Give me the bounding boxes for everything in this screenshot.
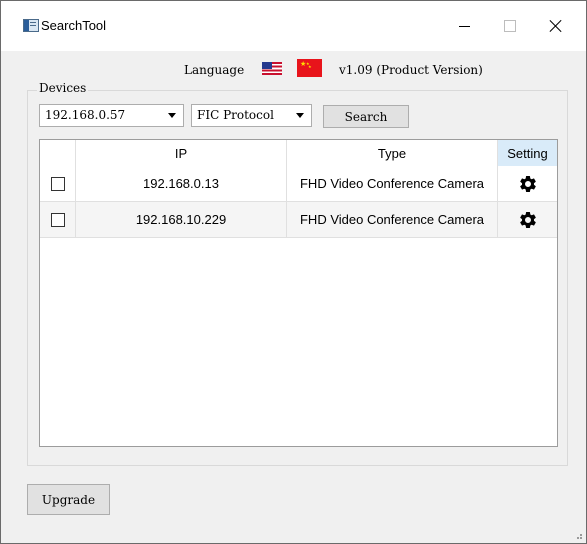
chevron-down-icon xyxy=(296,113,304,118)
us-flag-canton xyxy=(262,62,272,69)
column-header-type[interactable]: Type xyxy=(287,140,498,166)
setting-cell xyxy=(498,202,557,237)
device-table: IP Type Setting 192.168.0.13 FHD Video C… xyxy=(39,139,558,447)
protocol-select[interactable]: FIC Protocol xyxy=(191,104,312,127)
devices-group-label: Devices xyxy=(37,81,89,95)
minimize-button[interactable] xyxy=(441,11,487,41)
gear-icon[interactable] xyxy=(518,210,538,230)
us-flag-icon[interactable] xyxy=(262,62,282,75)
chevron-down-icon xyxy=(168,113,176,118)
table-row[interactable]: 192.168.0.13 FHD Video Conference Camera xyxy=(40,166,557,202)
type-cell: FHD Video Conference Camera xyxy=(287,202,498,237)
china-flag-icon[interactable]: ★ ★ ★ xyxy=(297,59,322,77)
maximize-button[interactable] xyxy=(487,11,533,41)
upgrade-button[interactable]: Upgrade xyxy=(27,484,110,515)
close-icon xyxy=(550,20,562,32)
ip-cell: 192.168.10.229 xyxy=(76,202,287,237)
ip-select-value: 192.168.0.57 xyxy=(45,108,126,122)
resize-grip[interactable] xyxy=(576,533,582,539)
row-select-cell xyxy=(40,202,76,237)
column-header-select[interactable] xyxy=(40,140,76,166)
table-row[interactable]: 192.168.10.229 FHD Video Conference Came… xyxy=(40,202,557,238)
row-checkbox[interactable] xyxy=(50,212,65,227)
table-header: IP Type Setting xyxy=(40,140,557,167)
app-window-icon xyxy=(23,19,39,32)
window-title: SearchTool xyxy=(41,18,107,33)
protocol-select-value: FIC Protocol xyxy=(197,108,274,122)
setting-cell xyxy=(498,166,557,201)
column-header-ip[interactable]: IP xyxy=(76,140,287,166)
minimize-icon xyxy=(458,25,470,27)
column-header-setting[interactable]: Setting xyxy=(498,140,557,166)
type-cell: FHD Video Conference Camera xyxy=(287,166,498,201)
gear-icon[interactable] xyxy=(518,174,538,194)
close-button[interactable] xyxy=(533,11,579,41)
search-button[interactable]: Search xyxy=(323,105,409,128)
china-flag-star: ★ xyxy=(308,64,312,69)
ip-select[interactable]: 192.168.0.57 xyxy=(39,104,184,127)
grip-dot xyxy=(580,537,582,539)
row-select-cell xyxy=(40,166,76,201)
search-tool-window: SearchTool Language ★ ★ ★ v1.09 (Product… xyxy=(0,0,587,544)
grip-dot xyxy=(577,537,579,539)
version-label: v1.09 (Product Version) xyxy=(339,63,483,77)
title-bar: SearchTool xyxy=(1,1,586,51)
maximize-icon xyxy=(504,20,516,32)
row-checkbox[interactable] xyxy=(50,176,65,191)
ip-cell: 192.168.0.13 xyxy=(76,166,287,201)
language-label: Language xyxy=(184,63,245,77)
grip-dot xyxy=(580,534,582,536)
